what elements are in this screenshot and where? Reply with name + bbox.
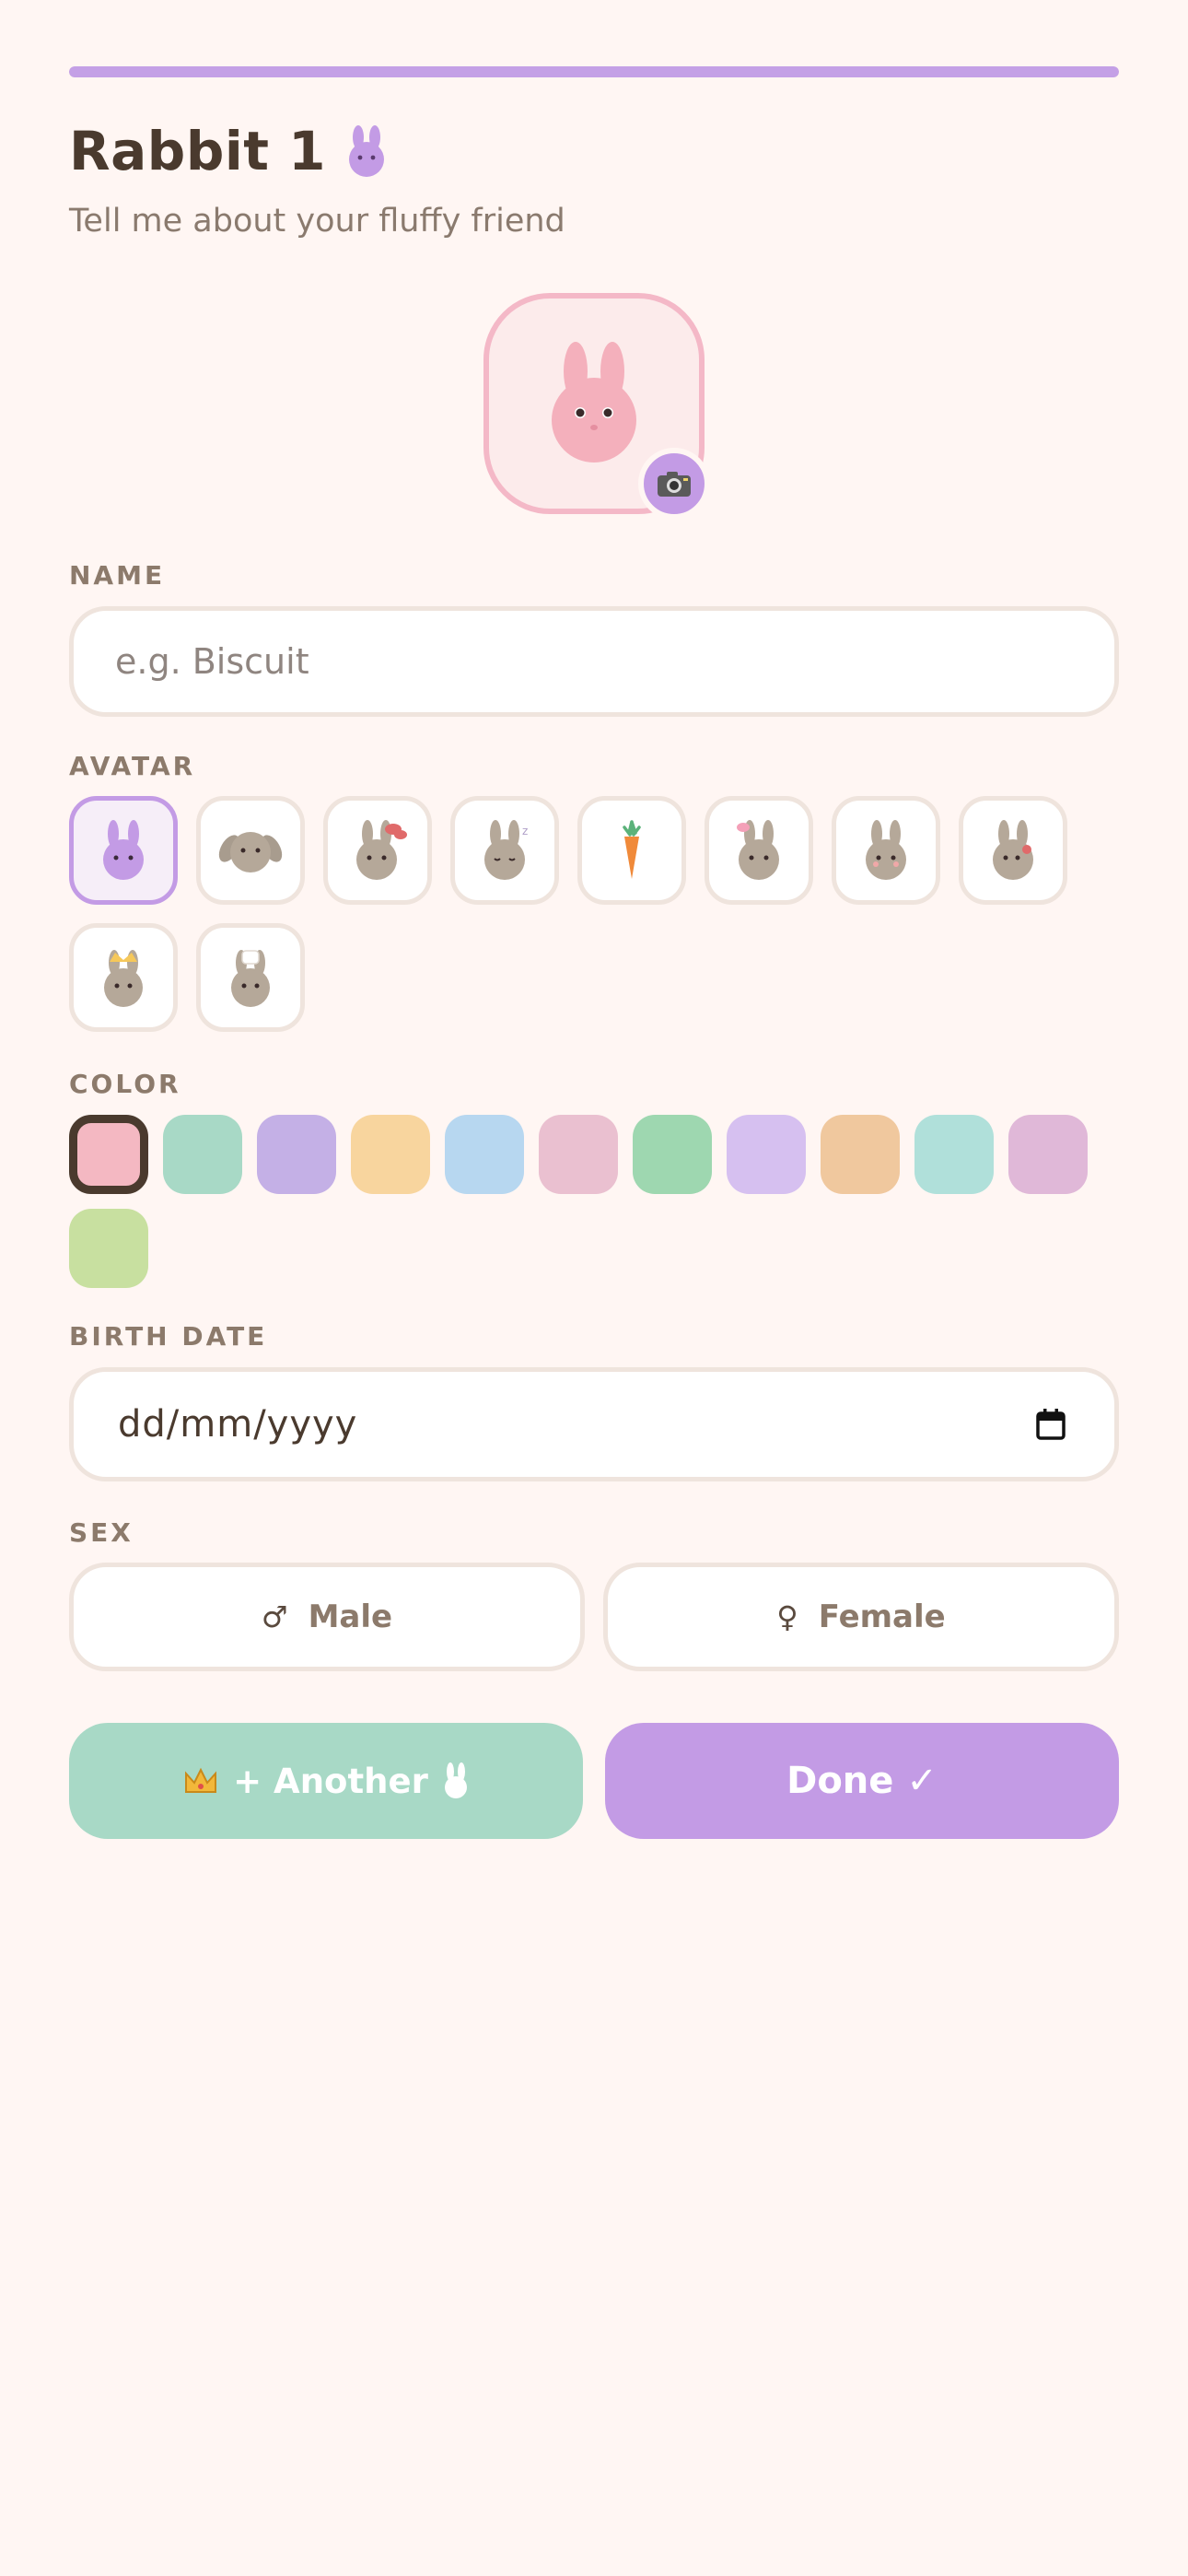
name-label: NAME — [69, 560, 166, 591]
bunny-pink-bow-icon — [737, 820, 779, 880]
bunny-blush-icon — [866, 820, 906, 880]
name-field[interactable] — [69, 606, 1119, 717]
female-symbol-icon: ♀ — [776, 1599, 798, 1634]
color-swatch[interactable] — [1008, 1115, 1088, 1194]
bunny-sleepy-icon: z — [484, 820, 528, 880]
color-swatch[interactable] — [69, 1209, 148, 1288]
bunny-crown-icon — [104, 950, 143, 1007]
sex-option-label: Female — [818, 1598, 946, 1635]
color-swatch[interactable] — [821, 1115, 900, 1194]
avatar-option-bunny-sleepy[interactable]: z — [450, 796, 559, 905]
color-label: COLOR — [69, 1069, 181, 1099]
avatar-option-bunny-lop[interactable] — [196, 796, 305, 905]
color-swatch[interactable] — [539, 1115, 618, 1194]
add-another-button[interactable]: + Another — [69, 1723, 583, 1839]
svg-text:z: z — [522, 825, 528, 837]
sex-option-label: Male — [308, 1598, 393, 1635]
camera-icon — [658, 472, 691, 497]
color-swatch[interactable] — [69, 1115, 148, 1194]
color-swatch[interactable] — [351, 1115, 430, 1194]
carrot-icon — [623, 820, 641, 879]
progress-bar — [69, 66, 1119, 77]
birth-date-field[interactable]: dd/mm/yyyy — [69, 1367, 1119, 1481]
avatar-option-bunny-crown[interactable] — [69, 923, 178, 1032]
bunny-icon — [444, 1762, 467, 1798]
avatar-option-carrot[interactable] — [577, 796, 686, 905]
rabbit-photo-picker[interactable] — [483, 293, 710, 520]
color-swatch[interactable] — [163, 1115, 242, 1194]
bunny-bow-icon — [356, 820, 407, 880]
birth-date-label: BIRTH DATE — [69, 1321, 268, 1352]
birth-date-value: dd/mm/yyyy — [118, 1403, 358, 1446]
crown-icon — [185, 1767, 217, 1793]
name-input[interactable] — [74, 641, 1114, 682]
color-swatch[interactable] — [445, 1115, 524, 1194]
page-title: Rabbit 1 — [69, 120, 387, 182]
bunny-face-icon — [552, 342, 636, 463]
color-swatch[interactable] — [727, 1115, 806, 1194]
avatar-option-bunny-blush[interactable] — [832, 796, 940, 905]
avatar-option-bunny-pink-bow[interactable] — [705, 796, 813, 905]
color-swatch[interactable] — [257, 1115, 336, 1194]
bunny-icon — [349, 125, 384, 177]
sex-option-male[interactable]: ♂ Male — [69, 1563, 585, 1671]
bunny-purple-icon — [103, 820, 144, 880]
avatar-option-bunny-purple[interactable] — [69, 796, 178, 905]
color-swatch[interactable] — [633, 1115, 712, 1194]
bunny-chef-icon — [231, 950, 270, 1007]
avatar-label: AVATAR — [69, 751, 196, 781]
avatar-option-bunny-chef[interactable] — [196, 923, 305, 1032]
camera-button[interactable] — [638, 448, 710, 520]
done-label: Done ✓ — [786, 1760, 938, 1802]
bunny-lop-icon — [218, 832, 283, 872]
done-button[interactable]: Done ✓ — [605, 1723, 1119, 1839]
progress-fill — [69, 66, 1119, 77]
avatar-option-bunny-flower[interactable] — [959, 796, 1067, 905]
bunny-flower-icon — [993, 820, 1033, 880]
sex-option-female[interactable]: ♀ Female — [603, 1563, 1119, 1671]
sex-label: SEX — [69, 1517, 134, 1548]
avatar-option-bunny-bow[interactable] — [323, 796, 432, 905]
color-swatch[interactable] — [914, 1115, 994, 1194]
page-title-text: Rabbit 1 — [69, 120, 326, 182]
page-subtitle: Tell me about your fluffy friend — [69, 203, 565, 240]
calendar-icon[interactable] — [1035, 1408, 1066, 1441]
male-symbol-icon: ♂ — [261, 1599, 288, 1634]
add-another-label: + Another — [233, 1761, 428, 1801]
